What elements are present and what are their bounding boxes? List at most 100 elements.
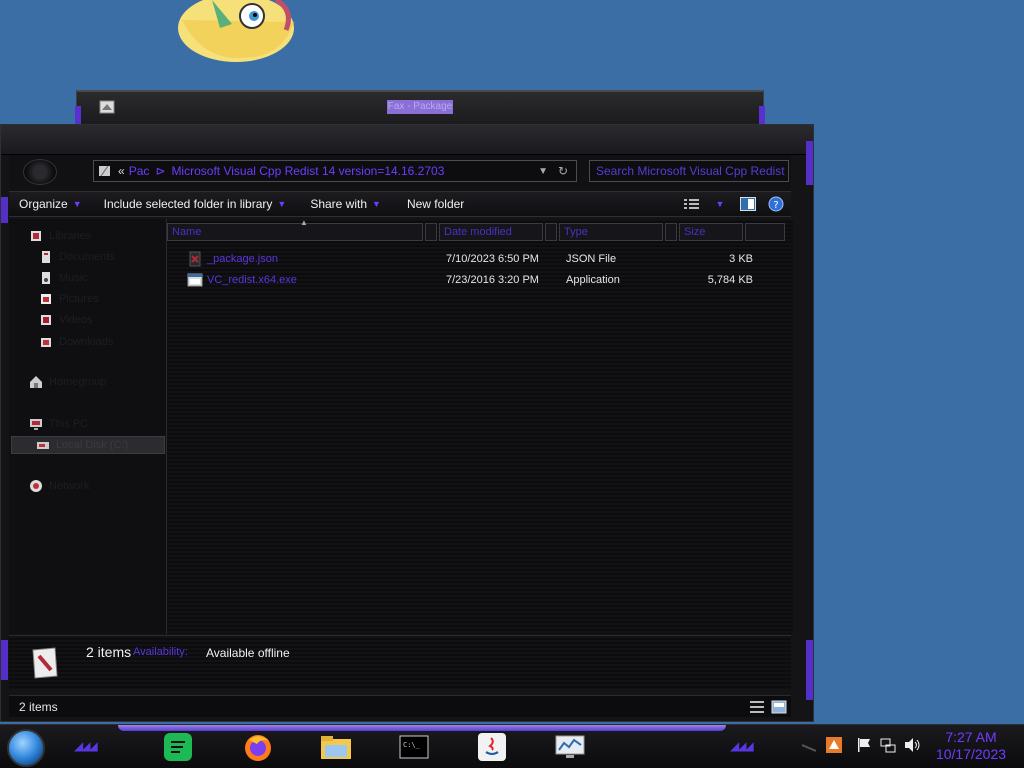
- clock-time: 7:27 AM: [945, 729, 997, 745]
- taskbar-app-firefox[interactable]: [240, 729, 276, 765]
- nav-item-pictures[interactable]: Pictures: [39, 290, 99, 308]
- java-icon: [478, 733, 506, 761]
- large-icons-view-icon[interactable]: [771, 699, 787, 715]
- include-in-library-button[interactable]: Include selected folder in library ▼: [96, 192, 295, 216]
- spotify-icon: [164, 733, 192, 761]
- column-divider[interactable]: [425, 223, 437, 241]
- desktop-mascot-image: [172, 0, 300, 62]
- help-icon[interactable]: ?: [767, 195, 785, 213]
- share-with-button[interactable]: Share with ▼: [302, 192, 389, 216]
- nav-item-music[interactable]: Music: [39, 269, 88, 287]
- include-in-library-label: Include selected folder in library: [103, 197, 273, 211]
- show-hidden-icons-button[interactable]: [801, 737, 817, 755]
- nav-item-label: Videos: [59, 314, 93, 326]
- exe-file-icon: [187, 273, 203, 287]
- nav-item-label: Downloads: [59, 336, 114, 348]
- status-bar: 2 items: [9, 695, 791, 717]
- taskbar-app-file-explorer[interactable]: [318, 729, 354, 765]
- back-forward-button[interactable]: [23, 159, 57, 185]
- chevron-down-icon: ▼: [277, 199, 287, 209]
- homegroup-icon: [30, 376, 42, 388]
- start-button[interactable]: [7, 729, 45, 767]
- window-accent-right: [759, 106, 765, 126]
- svg-text:?: ?: [773, 200, 778, 211]
- network-icon[interactable]: [880, 737, 898, 755]
- taskbar-app-resource-monitor[interactable]: [552, 729, 588, 765]
- taskbar-app-spotify[interactable]: [160, 729, 196, 765]
- details-view-icon[interactable]: [749, 699, 765, 715]
- window-frame-top[interactable]: [1, 125, 813, 155]
- organize-label: Organize: [19, 197, 68, 211]
- firefox-icon: [245, 735, 271, 761]
- search-input[interactable]: Search Microsoft Visual Cpp Redist: [589, 160, 789, 182]
- file-size: 5,784 KB: [707, 274, 753, 286]
- column-header-date[interactable]: Date modified: [439, 223, 543, 241]
- nav-item-label: Network: [49, 480, 90, 492]
- file-date: 7/23/2016 3:20 PM: [446, 274, 539, 286]
- nav-item-label: Homegroup: [49, 376, 107, 388]
- drive-icon: [37, 442, 49, 449]
- file-name: VC_redist.x64.exe: [207, 274, 297, 286]
- folder-icon: [99, 165, 110, 177]
- nav-item-label: Music: [59, 272, 88, 284]
- file-explorer-icon: [321, 736, 351, 759]
- nav-item-label: Documents: [59, 251, 115, 263]
- nav-item-homegroup[interactable]: Homegroup: [29, 373, 106, 391]
- nav-item-network[interactable]: Network: [29, 477, 89, 495]
- column-header-extra[interactable]: [745, 223, 785, 241]
- clock[interactable]: 7:27 AM 10/17/2023: [930, 729, 1012, 763]
- details-item-count: 2 items: [86, 644, 132, 660]
- nav-item-this-pc[interactable]: This PC: [29, 415, 88, 433]
- file-row[interactable]: _package.json 7/10/2023 6:50 PM JSON Fil…: [167, 249, 767, 269]
- address-dropdown-icon[interactable]: ▼: [538, 166, 548, 177]
- nav-item-documents[interactable]: Documents: [39, 248, 115, 266]
- breadcrumb-separator-icon[interactable]: ⊳: [155, 164, 165, 178]
- column-header-size[interactable]: Size: [679, 223, 743, 241]
- address-bar[interactable]: « Pac ⊳ Microsoft Visual Cpp Redist 14 v…: [93, 160, 577, 182]
- breadcrumb-overflow-button[interactable]: «: [118, 164, 125, 178]
- clock-date: 10/17/2023: [935, 746, 1007, 762]
- column-header-label: Name: [172, 226, 202, 238]
- window-accent-right-lower: [806, 640, 813, 700]
- nav-item-downloads[interactable]: Downloads: [39, 333, 113, 351]
- command-bar: Organize ▼ Include selected folder in li…: [9, 191, 791, 217]
- action-center-flag-icon[interactable]: [856, 737, 874, 755]
- refresh-icon[interactable]: ↻: [558, 164, 568, 178]
- preview-pane-icon[interactable]: [739, 195, 757, 213]
- column-header-type[interactable]: Type: [559, 223, 663, 241]
- share-with-label: Share with: [310, 197, 368, 211]
- column-header-label: Date modified: [444, 226, 512, 238]
- chevron-deco-icon: ◢◢◢: [730, 739, 754, 753]
- change-view-icon[interactable]: [683, 195, 701, 213]
- nav-item-libraries[interactable]: Libraries: [29, 227, 91, 245]
- column-header-name[interactable]: Name ▲: [167, 218, 423, 241]
- chevron-deco-icon: ◢◢◢: [74, 739, 98, 753]
- window-accent-left: [1, 197, 8, 223]
- breadcrumb-item[interactable]: Microsoft Visual Cpp Redist 14 version=1…: [171, 164, 444, 178]
- library-icon: [31, 231, 41, 241]
- column-divider[interactable]: [665, 223, 677, 241]
- navigation-row: « Pac ⊳ Microsoft Visual Cpp Redist 14 v…: [9, 155, 791, 191]
- background-window-title: Fax - Package: [387, 100, 453, 114]
- navigation-pane: Libraries Documents Music Pictures Video…: [9, 219, 167, 634]
- volume-icon[interactable]: [904, 737, 922, 755]
- chevron-down-icon: ▼: [72, 199, 82, 209]
- nav-item-local-disk[interactable]: Local Disk (C:): [11, 436, 165, 454]
- videos-icon: [41, 315, 51, 325]
- file-row[interactable]: VC_redist.x64.exe 7/23/2016 3:20 PM Appl…: [167, 270, 767, 290]
- details-pane: 2 items Availability: Available offline: [9, 635, 791, 689]
- taskbar-app-command-prompt[interactable]: C:\_: [396, 729, 432, 765]
- chevron-down-icon: ▼: [372, 199, 381, 209]
- tray-app-icon[interactable]: [826, 737, 844, 755]
- taskbar-app-java[interactable]: [474, 729, 510, 765]
- downloads-icon: [41, 338, 51, 347]
- nav-item-videos[interactable]: Videos: [39, 311, 92, 329]
- view-dropdown-icon[interactable]: ▼: [711, 195, 729, 213]
- breadcrumb-item[interactable]: Pac: [129, 164, 150, 178]
- new-folder-button[interactable]: New folder: [399, 192, 472, 216]
- file-date: 7/10/2023 6:50 PM: [446, 253, 539, 265]
- organize-button[interactable]: Organize ▼: [9, 192, 90, 216]
- column-header-label: Type: [564, 226, 588, 238]
- view-controls: ▼ ?: [683, 195, 785, 213]
- column-divider[interactable]: [545, 223, 557, 241]
